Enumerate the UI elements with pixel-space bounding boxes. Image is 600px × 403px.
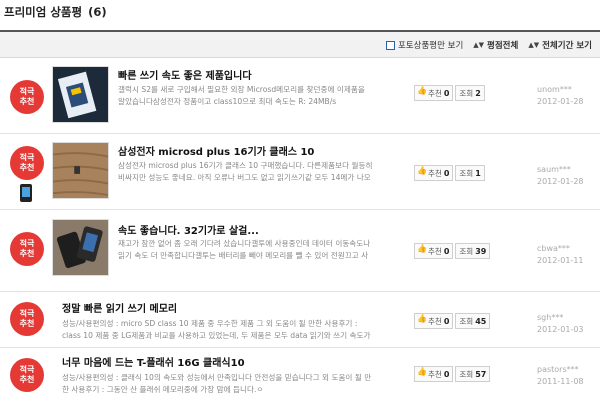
thumbs-up-icon: [417, 314, 427, 325]
reviewer-info: saum*** 2012-01-28: [537, 164, 584, 188]
score-sort-dropdown[interactable]: ▲▼ 평점전체: [473, 39, 518, 51]
review-row: 적극 추천 너무 마음에 드는 T-플래쉬 16G 클래식10 성능/사용편의성 …: [0, 348, 600, 401]
sort-arrows-icon: ▲▼: [528, 41, 540, 49]
recommend-button[interactable]: 추천0: [414, 243, 454, 259]
reviewer-id: unom***: [537, 85, 572, 94]
review-excerpt[interactable]: 삼성전자 microsd plus 16기가 클래스 10 구매했습니다. 다른…: [118, 160, 373, 184]
period-sort-label: 전체기간 보기: [542, 41, 592, 51]
reviewer-info: pastors*** 2011-11-08: [537, 364, 584, 388]
thumbs-up-icon: [417, 166, 427, 177]
review-row: 적극 추천 삼성전자 microsd plus 16기가 클래스 10 삼성전자 …: [0, 134, 600, 210]
review-title[interactable]: 속도 좋습니다. 32기가로 살걸...: [118, 222, 259, 237]
recommend-badge: 적극 추천: [10, 358, 44, 392]
review-row: 적극 추천 속도 좋습니다. 32기가로 살걸... 재고가 잠깐 없어 좀 오래…: [0, 210, 600, 292]
thumbs-up-icon: [417, 244, 427, 255]
recommend-badge: 적극 추천: [10, 302, 44, 336]
reviewer-id: cbwa***: [537, 244, 570, 253]
recommend-button[interactable]: 추천0: [414, 85, 454, 101]
view-count: 조회 57: [455, 366, 491, 382]
reviewer-id: saum***: [537, 165, 571, 174]
review-excerpt[interactable]: 성능/사용편의성 : micro SD class 10 제품 중 우수한 제품…: [62, 318, 377, 342]
review-title[interactable]: 빠른 쓰기 속도 좋은 제품입니다: [118, 67, 252, 82]
wood-texture-image: [53, 143, 108, 198]
product-thumbnail[interactable]: [52, 219, 109, 276]
view-count: 조회 45: [455, 313, 491, 329]
reviewer-info: sgh*** 2012-01-03: [537, 312, 584, 336]
view-count: 조회 1: [455, 165, 485, 181]
review-title[interactable]: 삼성전자 microsd plus 16기가 클래스 10: [118, 143, 314, 158]
recommend-button[interactable]: 추천0: [414, 313, 454, 329]
recommend-badge: 적극 추천: [10, 232, 44, 266]
review-excerpt[interactable]: 재고가 잠깐 없어 좀 오래 기다려 샀습니다갤투에 사용중인데 데이터 이동속…: [118, 238, 373, 262]
thumbs-up-icon: [417, 367, 427, 378]
vote-group: 추천0 조회2: [414, 85, 485, 101]
period-sort-dropdown[interactable]: ▲▼ 전체기간 보기: [528, 39, 592, 51]
review-title[interactable]: 정말 빠른 읽기 쓰기 메모리: [62, 300, 177, 315]
reviewer-id: pastors***: [537, 365, 579, 374]
recommend-badge: 적극 추천: [10, 146, 44, 180]
reviewer-id: sgh***: [537, 313, 564, 322]
review-list: 적극 추천 빠른 쓰기 속도 좋은 제품입니다 갤럭시 S2를 새로 구입해서 필…: [0, 58, 600, 401]
section-header: 프리미엄 상품평 (6): [4, 4, 107, 22]
recommend-badge: 적극 추천: [10, 80, 44, 114]
vote-group: 추천0 조회1: [414, 165, 485, 181]
phones-image: [53, 220, 108, 275]
review-title[interactable]: 너무 마음에 드는 T-플래쉬 16G 클래식10: [62, 354, 245, 369]
review-row: 적극 추천 빠른 쓰기 속도 좋은 제품입니다 갤럭시 S2를 새로 구입해서 필…: [0, 58, 600, 134]
mobile-review-icon: [20, 184, 32, 202]
review-count: (6): [88, 5, 107, 19]
filter-toolbar: 포토상품평만 보기 ▲▼ 평점전체 ▲▼ 전체기간 보기: [0, 30, 600, 58]
sd-card-package-image: [53, 67, 108, 122]
review-excerpt[interactable]: 성능/사용편의성 : 클래식 10의 속도와 성능에서 만족입니다 안전성을 믿…: [62, 372, 377, 396]
vote-group: 추천0 조회57: [414, 366, 491, 382]
review-date: 2012-01-11: [537, 256, 584, 265]
reviewer-info: cbwa*** 2012-01-11: [537, 243, 584, 267]
photo-only-label: 포토상품평만 보기: [398, 41, 464, 51]
product-thumbnail[interactable]: [52, 142, 109, 199]
recommend-button[interactable]: 추천0: [414, 165, 454, 181]
score-sort-label: 평점전체: [487, 41, 519, 51]
review-date: 2011-11-08: [537, 377, 584, 386]
checkbox-icon[interactable]: [386, 40, 395, 50]
review-row: 적극 추천 정말 빠른 읽기 쓰기 메모리 성능/사용편의성 : micro SD…: [0, 292, 600, 348]
recommend-button[interactable]: 추천0: [414, 366, 454, 382]
sort-arrows-icon: ▲▼: [473, 41, 485, 49]
reviewer-info: unom*** 2012-01-28: [537, 84, 584, 108]
vote-group: 추천0 조회39: [414, 243, 491, 259]
review-date: 2012-01-28: [537, 97, 584, 106]
review-excerpt[interactable]: 갤럭시 S2를 새로 구입해서 필요한 외장 Microsd메모리를 찾던중에 …: [118, 84, 373, 108]
review-date: 2012-01-28: [537, 177, 584, 186]
thumbs-up-icon: [417, 86, 427, 97]
vote-group: 추천0 조회45: [414, 313, 491, 329]
photo-only-toggle[interactable]: 포토상품평만 보기: [386, 39, 463, 51]
page-title: 프리미엄 상품평: [4, 5, 83, 19]
view-count: 조회 39: [455, 243, 491, 259]
view-count: 조회 2: [455, 85, 485, 101]
product-thumbnail[interactable]: [52, 66, 109, 123]
review-date: 2012-01-03: [537, 325, 584, 334]
